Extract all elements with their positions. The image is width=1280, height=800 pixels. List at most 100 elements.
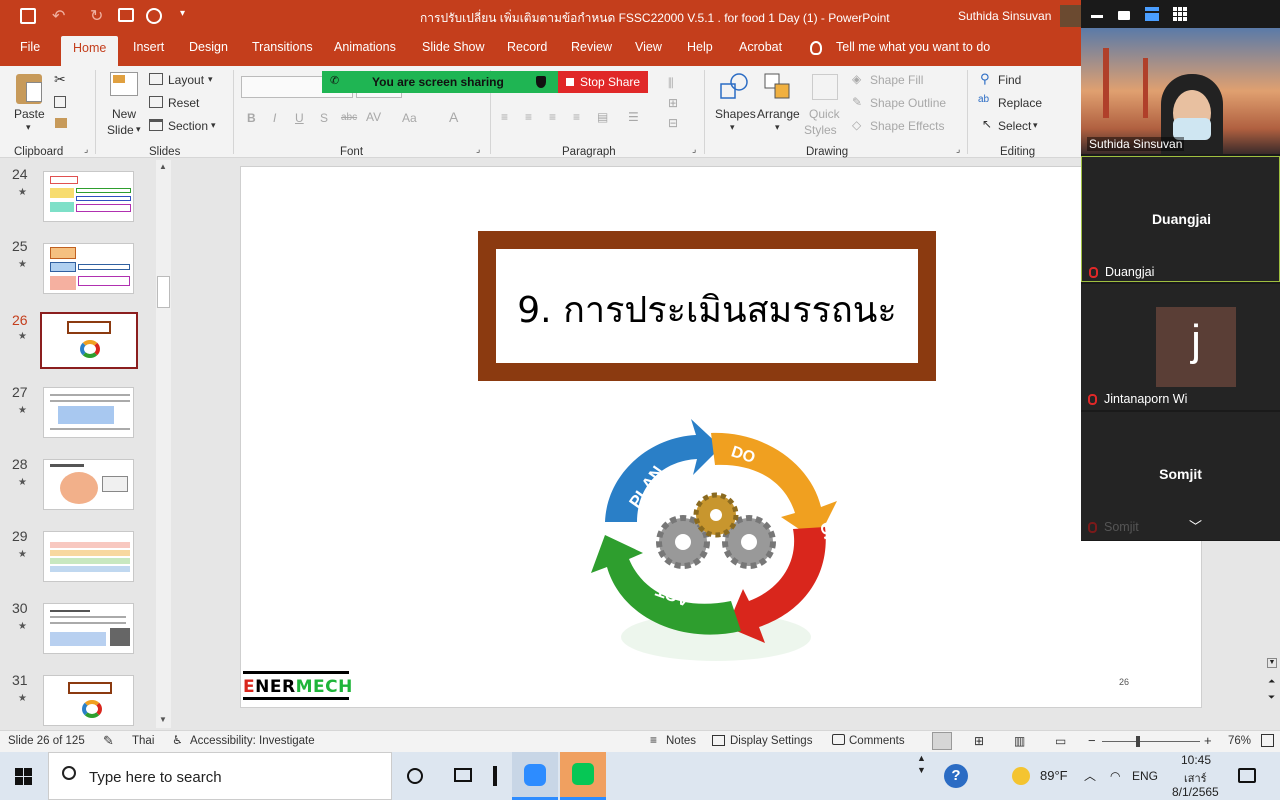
slide-thumbnail[interactable]: [43, 459, 134, 510]
tray-overflow-icon[interactable]: ▲ ▼: [917, 752, 926, 776]
align-text-icon[interactable]: ⊞: [668, 96, 678, 110]
user-avatar[interactable]: [1060, 5, 1082, 27]
input-language[interactable]: ENG: [1132, 769, 1158, 783]
section-icon[interactable]: [149, 119, 163, 131]
tell-me-search[interactable]: Tell me what you want to do: [836, 40, 990, 54]
replace-button[interactable]: Replace: [998, 96, 1042, 110]
new-slide-icon[interactable]: [110, 72, 138, 96]
task-view-icon[interactable]: [454, 768, 472, 782]
shape-outline-icon[interactable]: ✎: [852, 95, 862, 109]
accessibility-icon[interactable]: ♿: [172, 733, 183, 747]
help-icon[interactable]: ?: [944, 764, 968, 788]
line-app-button[interactable]: [560, 752, 606, 800]
layout-dropdown-icon[interactable]: ▾: [208, 74, 213, 85]
tab-home[interactable]: Home: [61, 36, 119, 66]
new-slide-label-1[interactable]: New: [112, 107, 136, 121]
arrange-dropdown-icon[interactable]: ▾: [775, 122, 780, 133]
normal-view-icon[interactable]: [932, 732, 952, 750]
slide-thumbnail[interactable]: [43, 243, 134, 294]
change-case-button[interactable]: Aa: [402, 111, 417, 125]
align-center-icon[interactable]: ≡: [525, 110, 532, 124]
align-left-icon[interactable]: ≡: [501, 110, 508, 124]
customize-qat-icon[interactable]: ▾: [180, 8, 185, 19]
canvas-scrollbar[interactable]: ▼ ⏶ ⏷: [1264, 656, 1279, 728]
redo-icon[interactable]: ↻: [90, 6, 103, 26]
tab-acrobat[interactable]: Acrobat: [739, 40, 782, 54]
comments-icon[interactable]: [832, 734, 845, 745]
slide-thumbnail[interactable]: [43, 603, 134, 654]
shape-effects-button[interactable]: Shape Effects: [870, 119, 945, 133]
zoom-slider[interactable]: [1102, 741, 1200, 742]
cortana-icon[interactable]: [407, 768, 423, 784]
pdca-cycle-graphic[interactable]: PLAN DO CHECK ACT: [581, 417, 851, 667]
arrange-button[interactable]: Arrange: [757, 107, 800, 121]
speaker-view-icon[interactable]: [1145, 7, 1159, 21]
paste-dropdown-icon[interactable]: ▾: [26, 122, 31, 133]
quick-styles-label-1[interactable]: Quick: [809, 107, 840, 121]
present-icon[interactable]: [118, 8, 134, 22]
distributed-icon[interactable]: ▤: [597, 110, 608, 124]
shape-fill-button[interactable]: Shape Fill: [870, 73, 923, 87]
title-frame[interactable]: 9. การประเมินสมรรถนะ: [478, 231, 936, 381]
tab-design[interactable]: Design: [189, 40, 228, 54]
shape-fill-icon[interactable]: ◈: [852, 72, 861, 86]
tab-transitions[interactable]: Transitions: [252, 40, 313, 54]
restore-icon[interactable]: [1118, 11, 1130, 20]
spellcheck-icon[interactable]: ✎: [103, 733, 114, 749]
shape-outline-button[interactable]: Shape Outline: [870, 96, 946, 110]
zoom-slider-thumb[interactable]: [1136, 736, 1140, 747]
slide-thumbnail[interactable]: [43, 387, 134, 438]
new-slide-label-2[interactable]: Slide: [107, 123, 134, 137]
save-icon[interactable]: [20, 8, 36, 24]
prev-slide-icon[interactable]: ⏶: [1268, 676, 1275, 687]
scroll-down-icon[interactable]: ▼: [1267, 658, 1277, 668]
fit-to-window-icon[interactable]: [1261, 734, 1274, 747]
stop-share-button[interactable]: Stop Share: [558, 71, 648, 93]
tab-insert[interactable]: Insert: [133, 40, 164, 54]
italic-button[interactable]: I: [273, 111, 276, 125]
next-slide-icon[interactable]: ⏷: [1268, 692, 1275, 703]
paste-button[interactable]: [14, 72, 46, 112]
accessibility-status[interactable]: Accessibility: Investigate: [190, 735, 315, 747]
reset-icon[interactable]: [149, 96, 163, 108]
slide-canvas[interactable]: 9. การประเมินสมรรถนะ PLAN DO CHECK ACT E…: [240, 166, 1202, 708]
clock-date[interactable]: 8/1/2565: [1172, 785, 1219, 799]
zoom-level[interactable]: 76%: [1228, 735, 1251, 747]
columns-icon[interactable]: ☰: [628, 110, 639, 124]
scroll-down-icon[interactable]: ▼: [159, 715, 167, 724]
comments-button[interactable]: Comments: [849, 735, 905, 747]
taskbar-search-box[interactable]: Type here to search: [48, 752, 392, 800]
find-button[interactable]: Find: [998, 73, 1021, 87]
language-indicator[interactable]: Thai: [132, 735, 154, 747]
slide-sorter-icon[interactable]: ⊞: [974, 734, 984, 748]
clipboard-launcher-icon[interactable]: ⌟: [84, 144, 88, 155]
scroll-up-icon[interactable]: ▲: [159, 162, 167, 171]
character-spacing-icon[interactable]: AV: [366, 110, 381, 124]
tab-review[interactable]: Review: [571, 40, 612, 54]
slide-title[interactable]: 9. การประเมินสมรรถนะ: [496, 281, 918, 338]
slideshow-view-icon[interactable]: ▭: [1055, 734, 1066, 748]
tab-help[interactable]: Help: [687, 40, 713, 54]
find-icon[interactable]: ⚲: [980, 71, 990, 87]
chevron-up-icon[interactable]: ︿: [1084, 767, 1096, 784]
tab-file[interactable]: File: [20, 40, 40, 54]
shape-effects-icon[interactable]: ◇: [852, 118, 861, 132]
slide-thumbnail[interactable]: [43, 171, 134, 222]
undo-icon[interactable]: ↶: [52, 6, 65, 26]
participant-name-tile[interactable]: Duangjai Duangjai: [1081, 156, 1280, 282]
shadow-button[interactable]: S: [320, 111, 328, 125]
display-settings-icon[interactable]: [712, 735, 725, 746]
smartart-icon[interactable]: ⊟: [668, 116, 678, 130]
notes-icon[interactable]: ≡: [650, 733, 657, 747]
minimize-icon[interactable]: [1091, 15, 1103, 18]
windows-start-icon[interactable]: [15, 768, 32, 785]
quick-styles-icon[interactable]: [812, 74, 838, 100]
font-launcher-icon[interactable]: ⌟: [476, 144, 480, 155]
copy-icon[interactable]: [54, 96, 66, 108]
paste-label[interactable]: Paste: [14, 107, 45, 121]
touch-mode-icon[interactable]: [146, 8, 162, 24]
clock-time[interactable]: 10:45: [1181, 753, 1211, 767]
participant-video-tile[interactable]: Suthida Sinsuvan: [1081, 28, 1280, 154]
justify-icon[interactable]: ≡: [573, 110, 580, 124]
thumbnail-scrollbar[interactable]: ▲ ▼: [156, 160, 171, 728]
